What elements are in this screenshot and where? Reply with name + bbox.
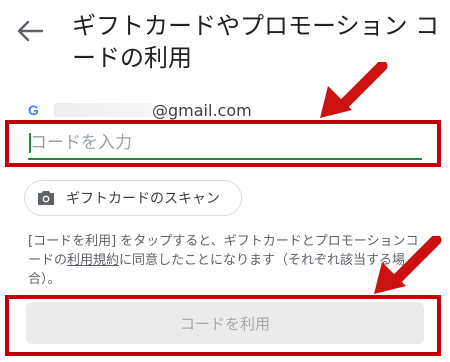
scan-gift-card-button[interactable]: ギフトカードのスキャン <box>24 180 242 216</box>
account-row: G @gmail.com <box>28 98 252 122</box>
page-title: ギフトカードやプロモーション コードの利用 <box>72 12 440 72</box>
annotation-arrow-icon <box>374 236 442 294</box>
camera-icon <box>38 191 54 205</box>
terms-of-service-link[interactable]: 利用規約 <box>67 253 119 268</box>
google-g-icon: G <box>28 102 39 118</box>
annotation-arrow-icon <box>320 62 388 118</box>
text-caret <box>29 133 31 153</box>
scan-button-label: ギフトカードのスキャン <box>66 191 220 207</box>
email-username-redacted <box>54 103 152 117</box>
redeem-code-screen: ギフトカードやプロモーション コードの利用 G @gmail.com ギフトカー… <box>0 0 450 362</box>
code-input[interactable] <box>28 128 422 160</box>
back-arrow-icon[interactable] <box>14 18 46 44</box>
redeem-code-button[interactable]: コードを利用 <box>26 302 424 344</box>
account-email-domain: @gmail.com <box>152 100 252 120</box>
terms-notice: [コードを利用] をタップすると、ギフトカードとプロモーションコードの利用規約に… <box>28 232 428 289</box>
